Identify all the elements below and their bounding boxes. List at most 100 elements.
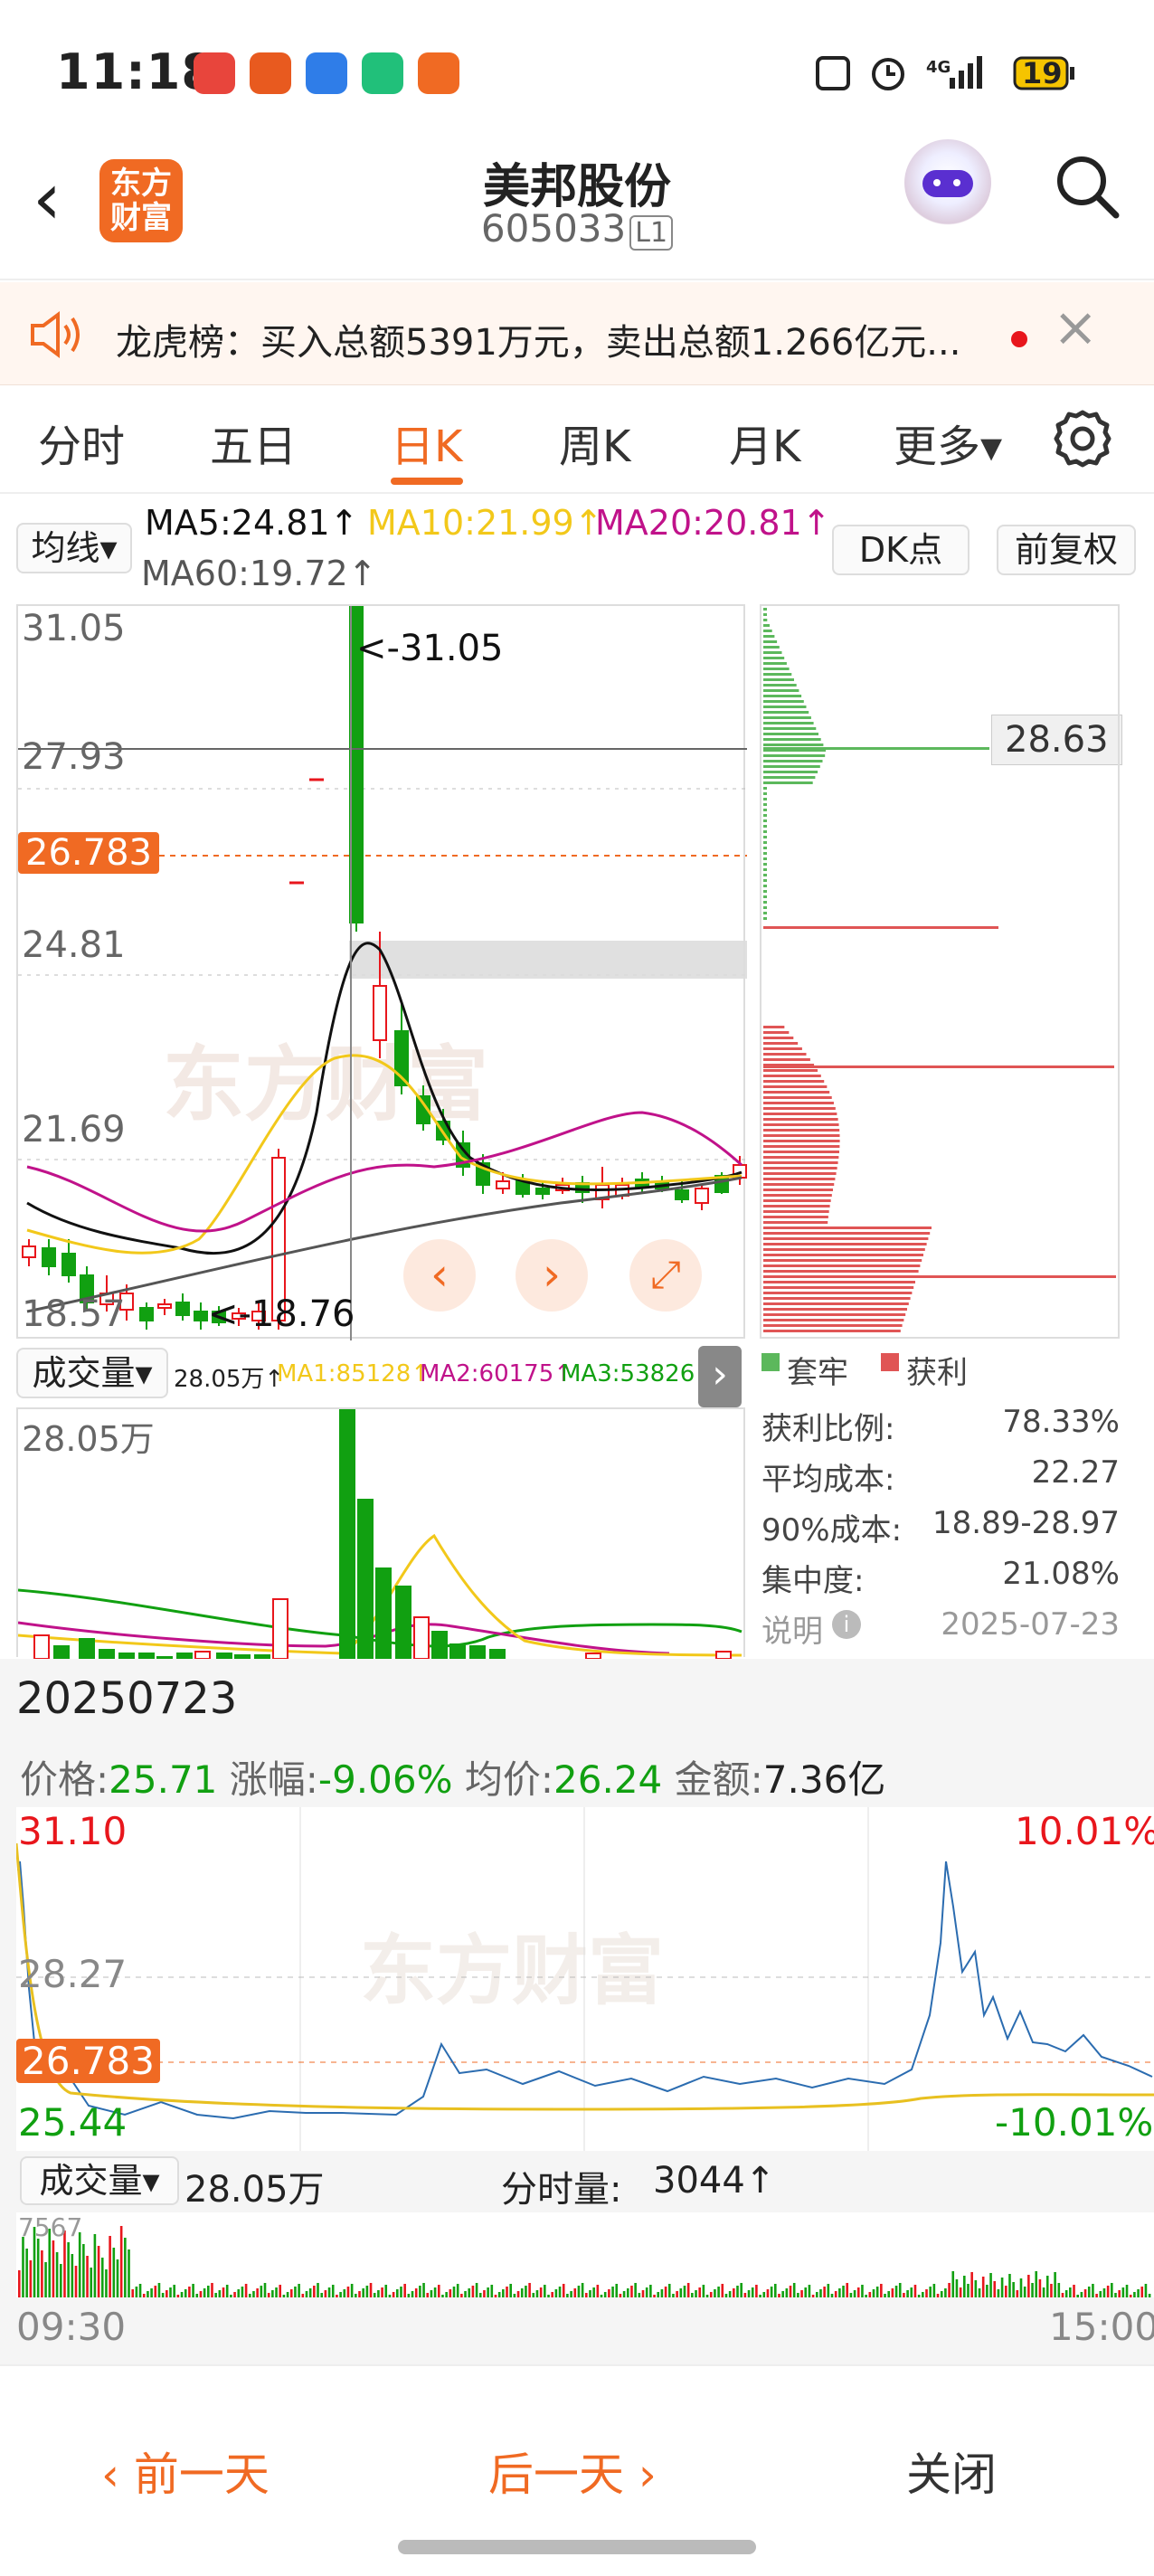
settings-gear-icon[interactable] (1051, 407, 1114, 470)
intraday-volume-bar (502, 2289, 505, 2297)
chip-bar-peak (763, 926, 998, 929)
intraday-volume-bar (452, 2287, 456, 2297)
intraday-volume-bar (86, 2256, 89, 2297)
intraday-volume-bar (1144, 2284, 1148, 2297)
tab-weekly-k[interactable]: 周K (559, 411, 630, 474)
intraday-volume-bar (611, 2287, 614, 2297)
adjust-mode-button[interactable]: 前复权 (997, 525, 1136, 575)
intraday-volume-bar (865, 2295, 867, 2297)
intraday-volume-bar (419, 2286, 421, 2297)
app-notification-icon (194, 52, 235, 94)
intraday-volume-bar (131, 2289, 134, 2297)
chip-bar (763, 1199, 831, 1202)
chip-bar (763, 917, 767, 920)
intraday-volume-bar (437, 2285, 440, 2297)
chip-bar (763, 706, 807, 708)
tab-five-day[interactable]: 五日 (210, 411, 297, 474)
intraday-volume-bar (327, 2287, 331, 2297)
intraday-volume-bar (1019, 2278, 1023, 2297)
tab-daily-k[interactable]: 日K (391, 411, 462, 474)
intraday-volume-bar (1080, 2292, 1083, 2297)
intraday-volume-bar (679, 2288, 683, 2297)
intraday-volume-chart[interactable]: 7567 (16, 2212, 1154, 2297)
dragon-tiger-notice[interactable]: 龙虎榜：买入总额5391万元，卖出总额1.266亿元... × (0, 282, 1154, 385)
chip-bar (763, 1264, 921, 1267)
y-axis-label: 31.05 (22, 608, 126, 649)
intraday-volume-bar (252, 2291, 255, 2297)
chip-bar (763, 1080, 825, 1083)
chip-bar (763, 716, 811, 719)
tick-volume-value: 3044↑ (653, 2160, 776, 2202)
tab-intraday[interactable]: 分时 (38, 411, 125, 474)
chip-bar (763, 738, 821, 741)
expand-panel-button[interactable]: › (698, 1346, 742, 1407)
chip-bar (763, 743, 824, 746)
volume-bar (413, 1616, 430, 1660)
intraday-chart[interactable]: 东方财富 31.10 28.27 26.783 25.44 10.01% -10… (14, 1807, 1154, 2151)
intraday-volume-bar (154, 2286, 157, 2297)
chip-date: 2025-07-23 (941, 1606, 1120, 1643)
intraday-volume-bar (1035, 2271, 1038, 2297)
intraday-volume-bar (649, 2285, 652, 2297)
daily-k-chart[interactable]: 东方财富 31.05 27.93 24.81 21.69 18.57 26.78… (16, 604, 747, 1340)
intraday-volume-bar (1050, 2284, 1053, 2297)
intraday-volume-bar (301, 2294, 305, 2297)
intraday-volume-bar (67, 2242, 70, 2297)
tab-more[interactable]: 更多▾ (894, 411, 1002, 474)
chip-bar (763, 1270, 919, 1273)
chip-bar (763, 1129, 840, 1132)
intraday-volume-selector[interactable]: 成交量▾ (20, 2156, 179, 2205)
ma-selector[interactable]: 均线▾ (16, 523, 132, 573)
intraday-volume-bar (180, 2292, 184, 2297)
next-day-button[interactable]: 后一天 › (488, 2439, 657, 2504)
intraday-volume-bar (237, 2289, 241, 2297)
intraday-volume-bar (1027, 2275, 1030, 2297)
y-axis-label: 21.69 (22, 1109, 126, 1151)
volume-chart[interactable]: 28.05万 (16, 1407, 745, 1660)
chip-bar (763, 825, 767, 828)
intraday-volume-bar (403, 2284, 406, 2297)
intraday-volume-bar (913, 2285, 917, 2297)
tab-monthly-k[interactable]: 月K (729, 411, 800, 474)
high-price-label: <-31.05 (356, 628, 504, 669)
intraday-volume-bar (199, 2291, 203, 2297)
intraday-volume-bar (948, 2283, 951, 2297)
scroll-right-button[interactable]: › (516, 1239, 588, 1312)
detail-amount: 7.36亿 (762, 1757, 886, 1802)
intraday-volume-bar (544, 2285, 546, 2297)
chip-distribution-chart[interactable] (760, 604, 1120, 1339)
home-indicator[interactable] (398, 2540, 756, 2554)
intraday-volume-bar (422, 2283, 425, 2297)
intraday-volume-bar (248, 2294, 251, 2297)
volume-ma2: MA2:60175↑ (420, 1360, 574, 1387)
chip-bar (763, 874, 767, 876)
intraday-volume-bar (664, 2287, 667, 2297)
volume-selector[interactable]: 成交量▾ (16, 1348, 168, 1398)
intraday-volume-bar (747, 2290, 751, 2297)
intraday-volume-bar (369, 2283, 373, 2297)
volume-bar (99, 1649, 115, 1660)
search-icon[interactable] (1055, 154, 1120, 219)
chip-bar (763, 733, 818, 735)
intraday-volume-bar (898, 2283, 902, 2297)
intraday-volume-bar (1000, 2278, 1004, 2297)
intraday-volume-bar (630, 2286, 633, 2297)
intraday-volume-bar (362, 2288, 364, 2297)
scroll-left-button[interactable]: ‹ (403, 1239, 476, 1312)
intraday-volume-bar (105, 2269, 108, 2297)
previous-day-button[interactable]: ‹ 前一天 (101, 2439, 270, 2504)
chip-bar (763, 1216, 828, 1218)
intraday-volume-bar (759, 2295, 761, 2297)
close-button[interactable]: 关闭 (906, 2439, 997, 2504)
volume-bar (469, 1645, 486, 1660)
fullscreen-icon[interactable]: ⤢ (629, 1239, 702, 1312)
dk-point-button[interactable]: DK点 (832, 525, 970, 575)
chip-bar (763, 781, 813, 784)
close-notice-icon[interactable]: × (1053, 300, 1098, 355)
intraday-volume-bar (834, 2291, 837, 2297)
chip-bar (763, 857, 767, 860)
assistant-robot-icon[interactable] (904, 139, 991, 226)
intraday-volume-bar (365, 2286, 369, 2297)
chip-bar (763, 1085, 828, 1088)
chip-bar (763, 689, 799, 692)
